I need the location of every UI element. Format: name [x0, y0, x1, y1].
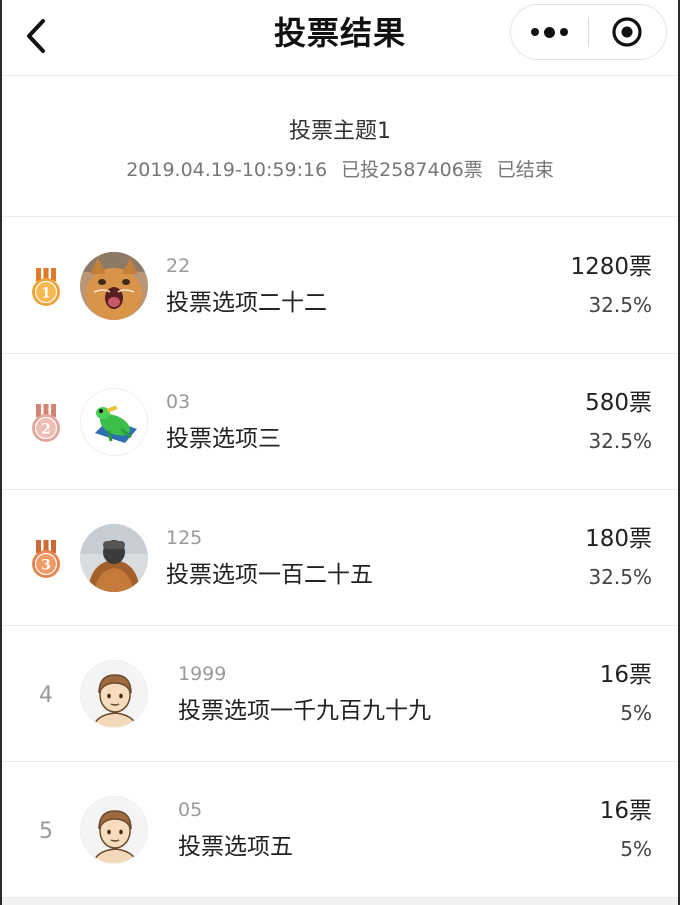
vote-percent: 32.5%: [588, 429, 652, 453]
svg-text:1: 1: [41, 286, 51, 302]
rank-number-slot: 5: [24, 808, 68, 854]
vote-count: 580票: [585, 390, 652, 416]
avatar: [80, 660, 148, 728]
option-code: 05: [178, 799, 203, 821]
navigation-bar: 投票结果: [2, 0, 678, 76]
target-circle-icon: [612, 17, 643, 47]
frog-illustration: [81, 389, 147, 455]
option-code: 125: [166, 527, 203, 549]
option-code: 22: [166, 255, 191, 277]
vote-percent: 5%: [620, 701, 652, 725]
avatar: [80, 524, 148, 592]
avatar: [80, 388, 148, 456]
rank-badge: 2: [24, 400, 68, 446]
vote-meta: 2019.04.19-10:59:16 已投2587406票 已结束: [2, 157, 678, 183]
vote-percent: 5%: [620, 837, 652, 861]
result-row[interactable]: 4 1999 投票选项一千九百九十九 16票 5%: [2, 626, 678, 762]
vote-title: 投票主题1: [289, 119, 391, 144]
option-stats: 16票 5%: [600, 660, 652, 726]
default-avatar: [81, 797, 147, 863]
option-info: 125 投票选项一百二十五: [166, 526, 373, 590]
option-stats: 1280票 32.5%: [570, 252, 652, 318]
option-stats: 180票 32.5%: [585, 524, 652, 590]
vote-status: 已结束: [496, 159, 554, 181]
rank-number: 4: [39, 682, 53, 708]
rank-badge: 3: [24, 536, 68, 582]
vote-count: 16票: [599, 798, 652, 824]
vote-count: 16票: [599, 662, 652, 688]
bronze-medal-icon: 3: [32, 540, 60, 578]
option-info: 05 投票选项五: [178, 798, 293, 862]
svg-text:3: 3: [41, 558, 51, 574]
option-stats: 16票 5%: [600, 796, 652, 862]
rank-number-slot: 4: [24, 672, 68, 718]
vote-count: 1280票: [570, 254, 652, 280]
menu-capsule: [510, 4, 667, 60]
option-info: 22 投票选项二十二: [166, 254, 327, 318]
vote-percent: 32.5%: [588, 565, 652, 589]
option-name: 投票选项三: [166, 426, 281, 452]
avatar: [80, 252, 148, 320]
rank-number: 5: [39, 818, 53, 844]
vote-percent: 32.5%: [588, 293, 652, 317]
rank-badge: 1: [24, 264, 68, 310]
vote-summary: 投票主题1 2019.04.19-10:59:16 已投2587406票 已结束: [2, 77, 678, 217]
svg-text:2: 2: [41, 422, 51, 438]
option-info: 1999 投票选项一千九百九十九: [178, 662, 431, 726]
option-stats: 580票 32.5%: [585, 388, 652, 454]
option-name: 投票选项一千九百九十九: [178, 698, 431, 724]
phone-screen: 投票结果 投票主题1 2019.04.19-10:59:16 已投2587406票…: [0, 0, 680, 905]
option-name: 投票选项二十二: [166, 290, 327, 316]
option-code: 1999: [178, 663, 227, 685]
result-row[interactable]: 1 22 投票选项二十二 1280票 32.5%: [2, 218, 678, 354]
person-photo: [80, 524, 148, 592]
bottom-strip: [2, 898, 678, 905]
avatar: [80, 796, 148, 864]
result-row[interactable]: 5 05 投票选项五 16票 5%: [2, 762, 678, 898]
close-miniprogram-button[interactable]: [589, 5, 666, 59]
option-name: 投票选项五: [178, 834, 293, 860]
vote-count: 180票: [585, 526, 652, 552]
vote-total: 已投2587406票: [341, 159, 483, 181]
option-info: 03 投票选项三: [166, 390, 281, 454]
option-code: 03: [166, 391, 191, 413]
option-name: 投票选项一百二十五: [166, 562, 373, 588]
more-button[interactable]: [511, 5, 588, 59]
vote-datetime: 2019.04.19-10:59:16: [126, 159, 328, 181]
gold-medal-icon: 1: [32, 268, 60, 306]
result-row[interactable]: 3 125 投票选项一百二十五 180票 32.5%: [2, 490, 678, 626]
result-row[interactable]: 2 03 投票选项三 580票 32.5%: [2, 354, 678, 490]
result-list: 1 22 投票选项二十二 1280票 32.5% 2 03 投票选项三 580票…: [2, 218, 678, 898]
default-avatar: [81, 661, 147, 727]
silver-medal-icon: 2: [32, 404, 60, 442]
cat-photo: [80, 252, 148, 320]
more-dots-icon: [529, 26, 571, 38]
